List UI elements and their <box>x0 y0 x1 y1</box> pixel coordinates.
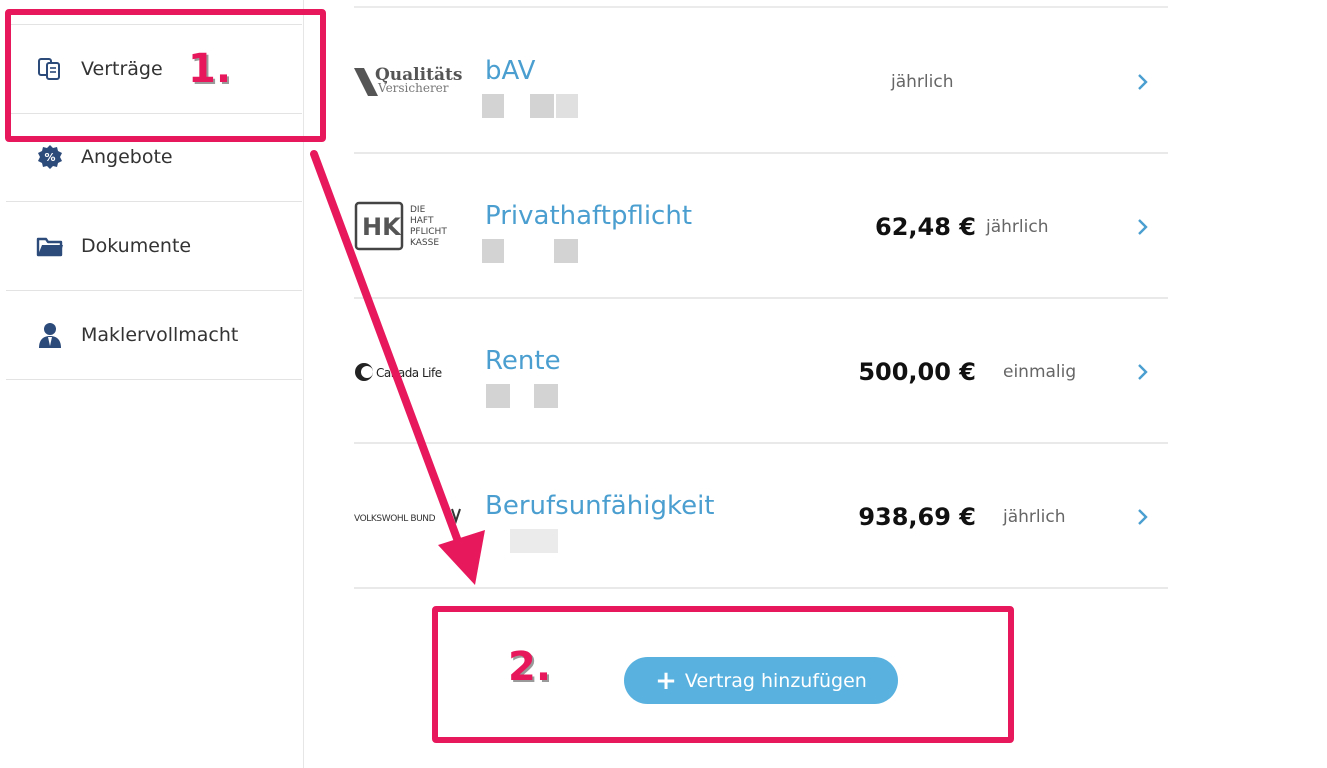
person-icon <box>39 323 61 348</box>
svg-text:DIE: DIE <box>410 205 426 215</box>
sidebar-item-label: Dokumente <box>81 235 192 257</box>
redacted-number <box>486 384 582 408</box>
folder-icon <box>36 237 63 257</box>
contract-title: bAV <box>485 56 536 86</box>
annotation-number-step2: 2. <box>508 644 552 690</box>
contract-amount: 500,00 € <box>858 358 976 386</box>
svg-text:VOLKSWOHL BUND: VOLKSWOHL BUND <box>354 514 436 524</box>
contract-amount: 62,48 € <box>875 213 976 241</box>
chevron-right-icon <box>1138 219 1148 235</box>
sidebar-item-label: Maklervollmacht <box>81 324 239 346</box>
annotation-box-step1 <box>5 9 326 142</box>
chevron-right-icon <box>1138 74 1148 90</box>
insurer-logo: Canada Life <box>355 363 442 381</box>
contract-row-berufsunfaehigkeit[interactable]: VOLKSWOHL BUND Berufsunfähigkeit 938,69 … <box>354 443 1168 589</box>
svg-text:KASSE: KASSE <box>410 238 439 248</box>
svg-text:PFLICHT: PFLICHT <box>410 227 447 237</box>
contract-title: Berufsunfähigkeit <box>485 491 715 521</box>
contract-row-rente[interactable]: Canada Life Rente 500,00 € einmalig <box>354 298 1168 444</box>
contract-period: einmalig <box>1003 362 1077 382</box>
svg-text:HAFT: HAFT <box>410 216 434 226</box>
insurer-logo: Qualitäts Versicherer <box>354 65 462 96</box>
redacted-number <box>482 94 578 118</box>
redacted-number <box>482 239 578 263</box>
sidebar-item-label: Angebote <box>81 146 173 168</box>
contract-period: jährlich <box>891 72 954 92</box>
chevron-right-icon <box>1138 509 1148 525</box>
contract-title: Rente <box>485 346 561 376</box>
contract-title: Privathaftpflicht <box>485 201 693 231</box>
sidebar-item-maklervollmacht[interactable]: Maklervollmacht <box>6 291 302 380</box>
contract-row-bav[interactable]: Qualitäts Versicherer bAV jährlich <box>354 8 1168 154</box>
annotation-number-step1: 1. <box>188 46 232 92</box>
svg-text:HK: HK <box>362 213 402 241</box>
svg-text:Canada Life: Canada Life <box>376 366 442 380</box>
svg-text:Versicherer: Versicherer <box>377 81 449 95</box>
sidebar-item-dokumente[interactable]: Dokumente <box>6 202 302 291</box>
contract-period: jährlich <box>986 217 1049 237</box>
chevron-right-icon <box>1138 364 1148 380</box>
offers-icon: % <box>38 145 62 169</box>
contract-row-privathaftpflicht[interactable]: HK DIE HAFT PFLICHT KASSE Privathaftpfli… <box>354 153 1168 299</box>
insurer-logo: VOLKSWOHL BUND <box>354 508 461 525</box>
insurer-logo: HK DIE HAFT PFLICHT KASSE <box>354 201 447 251</box>
redacted-number <box>510 529 606 553</box>
contract-period: jährlich <box>1003 507 1066 527</box>
svg-text:%: % <box>44 151 55 164</box>
contract-amount: 938,69 € <box>858 503 976 531</box>
